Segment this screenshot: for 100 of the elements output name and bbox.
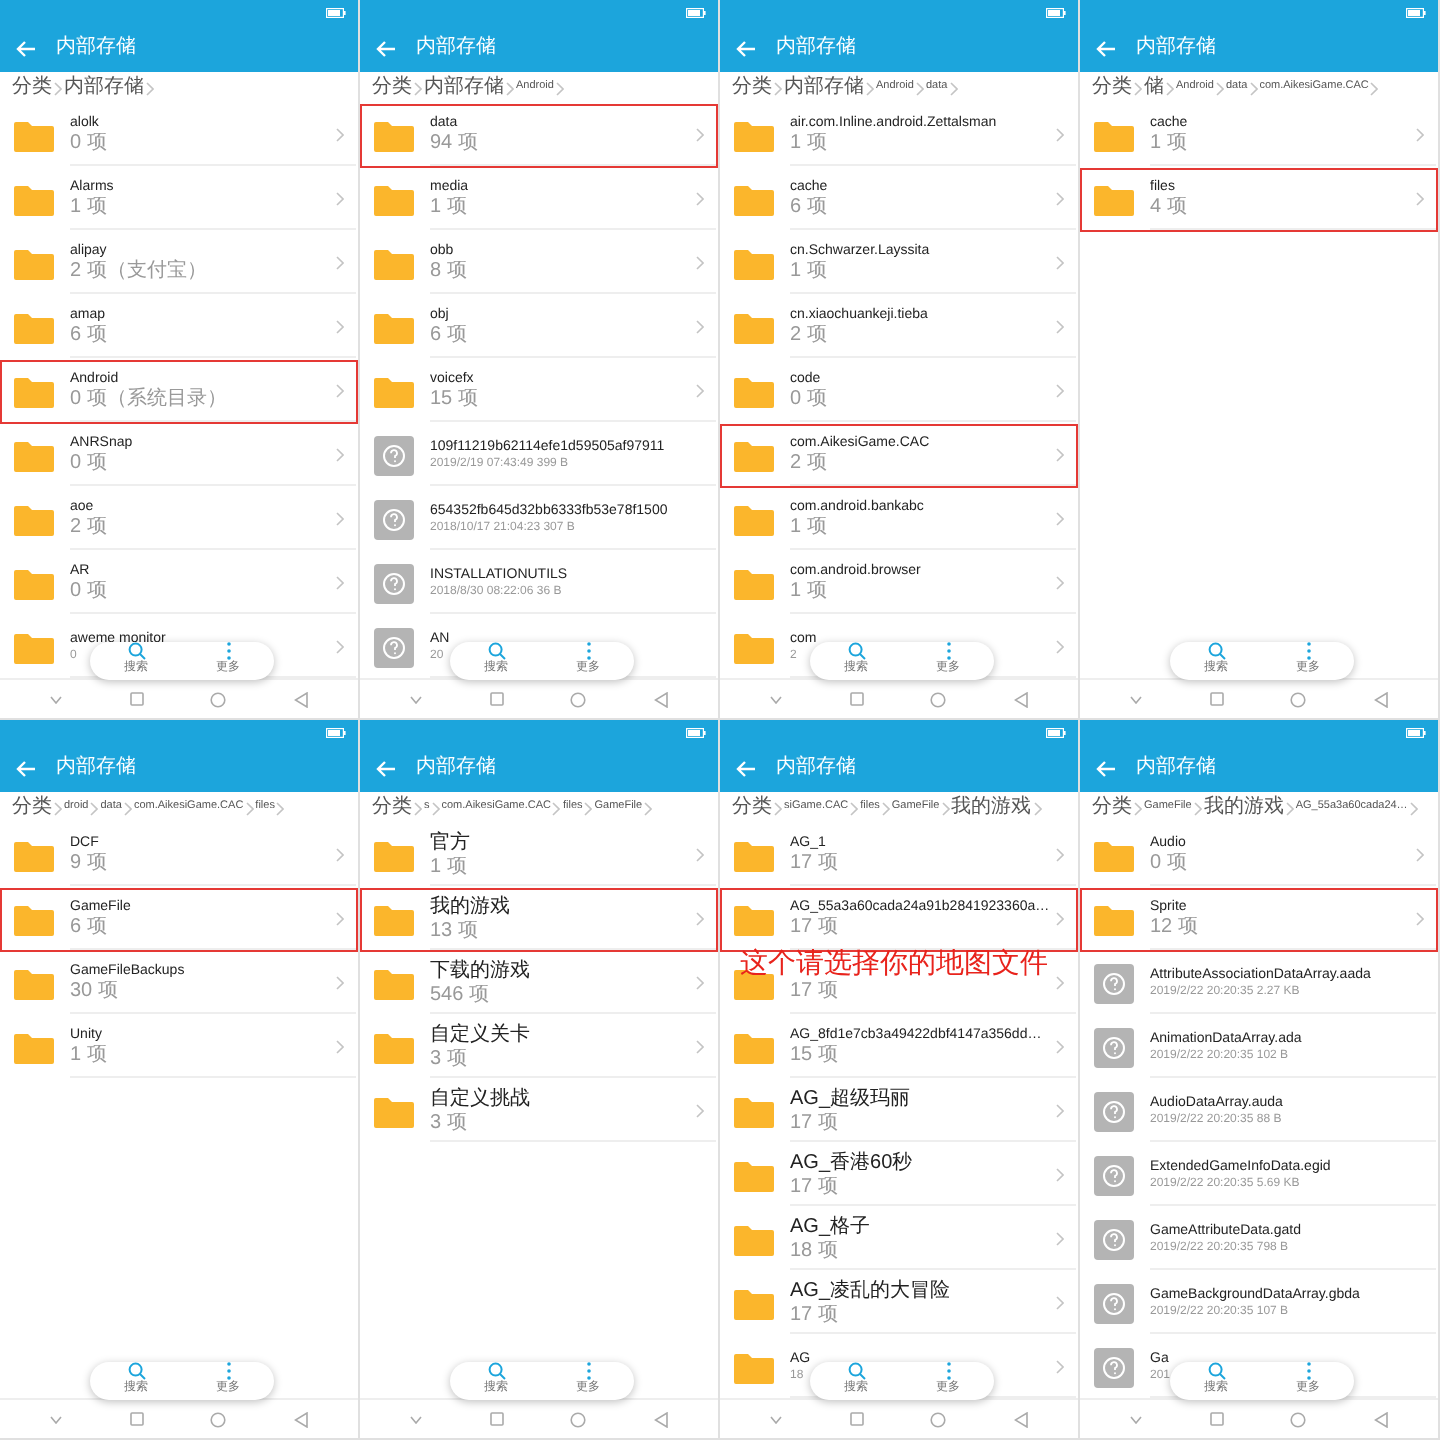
breadcrumb-separator-icon [146, 81, 154, 95]
list-row[interactable]: AG_凌乱的大冒险 17 项 [720, 1272, 1078, 1336]
battery-icon [1406, 7, 1426, 17]
battery-icon [1046, 7, 1066, 17]
item-details: 2 项 [790, 454, 827, 474]
back-icon[interactable] [1374, 1411, 1389, 1427]
breadcrumb-item[interactable]: 分类 [372, 798, 412, 818]
back-arrow-icon[interactable] [1096, 39, 1116, 57]
recents-icon[interactable] [1209, 1412, 1224, 1426]
chevron-right-icon [1416, 848, 1424, 862]
chevron-right-icon [696, 1040, 704, 1054]
recents-icon[interactable] [1209, 692, 1224, 706]
back-arrow-icon[interactable] [16, 39, 36, 57]
breadcrumb-item[interactable]: 我的游戏 [1203, 798, 1284, 818]
search-icon [1207, 1361, 1225, 1379]
recents-icon[interactable] [489, 1412, 504, 1426]
chevron-right-icon [1056, 848, 1064, 862]
home-icon[interactable] [210, 691, 227, 707]
folder-icon [14, 440, 54, 472]
home-icon[interactable] [930, 1411, 947, 1427]
file-name: AG_格子 [790, 1217, 871, 1237]
list-row[interactable]: 官方 1 项 [360, 824, 718, 888]
more-icon [1305, 1361, 1311, 1379]
list-row[interactable]: AG_香港60秒 17 项 [720, 1144, 1078, 1208]
folder-icon [374, 840, 414, 872]
chevron-right-icon [1056, 448, 1064, 462]
back-arrow-icon[interactable] [1096, 759, 1116, 777]
list-row[interactable]: AG_超级玛丽 17 项 [720, 1080, 1078, 1144]
unknown-file-icon [374, 500, 414, 540]
list-row[interactable]: AG_格子 18 项 [720, 1208, 1078, 1272]
chevron-right-icon [1056, 1104, 1064, 1118]
breadcrumb-item[interactable]: 分类 [1092, 78, 1132, 98]
back-arrow-icon[interactable] [376, 759, 396, 777]
back-arrow-icon[interactable] [16, 759, 36, 777]
recents-icon[interactable] [849, 1412, 864, 1426]
breadcrumb-item[interactable]: 分类 [732, 798, 772, 818]
breadcrumb-item[interactable]: 分类 [1092, 798, 1132, 818]
item-details: 1 项 [790, 134, 827, 154]
back-icon[interactable] [1014, 1411, 1029, 1427]
back-icon[interactable] [654, 1411, 669, 1427]
chevron-down-icon[interactable] [49, 1415, 62, 1423]
home-icon[interactable] [930, 691, 947, 707]
folder-icon [734, 312, 774, 344]
breadcrumb-item[interactable]: 分类 [732, 78, 772, 98]
back-icon[interactable] [294, 691, 309, 707]
item-details: 1 项 [790, 518, 827, 538]
back-icon[interactable] [654, 691, 669, 707]
breadcrumb-item[interactable]: 内部存储 [64, 78, 144, 98]
item-details: 12 项 [1150, 918, 1198, 938]
chevron-down-icon[interactable] [769, 695, 782, 703]
home-icon[interactable] [210, 1411, 227, 1427]
breadcrumb-item[interactable]: 内部存储 [424, 78, 504, 98]
recents-icon[interactable] [489, 692, 504, 706]
item-details: 1 项 [70, 198, 107, 218]
folder-icon [14, 504, 54, 536]
breadcrumb-item[interactable]: 我的游戏 [951, 798, 1032, 818]
chevron-down-icon[interactable] [409, 1415, 422, 1423]
item-details: 6 项 [790, 198, 827, 218]
back-arrow-icon[interactable] [736, 759, 756, 777]
back-icon[interactable] [1014, 691, 1029, 707]
breadcrumb-item[interactable]: 分类 [372, 78, 412, 98]
breadcrumb-separator-icon [941, 801, 950, 815]
more-icon [225, 1361, 231, 1379]
back-icon[interactable] [1374, 691, 1389, 707]
item-details: 13 项 [430, 921, 478, 941]
chevron-down-icon[interactable] [1129, 695, 1142, 703]
home-icon[interactable] [1290, 1411, 1307, 1427]
breadcrumb-item[interactable]: 内部存储 [784, 78, 864, 98]
recents-icon[interactable] [129, 692, 144, 706]
breadcrumb-separator-icon [54, 801, 62, 815]
chevron-down-icon[interactable] [49, 695, 62, 703]
chevron-down-icon[interactable] [769, 1415, 782, 1423]
more-icon [945, 641, 951, 659]
home-icon[interactable] [570, 691, 587, 707]
folder-icon [374, 376, 414, 408]
list-row[interactable]: 自定义关卡 3 项 [360, 1016, 718, 1080]
home-icon[interactable] [1290, 691, 1307, 707]
list-row[interactable]: 我的游戏 13 项 [360, 888, 718, 952]
chevron-right-icon [336, 976, 344, 990]
back-arrow-icon[interactable] [376, 39, 396, 57]
breadcrumb-separator-icon [1215, 81, 1224, 95]
folder-icon [734, 440, 774, 472]
breadcrumb-item[interactable]: 分类 [12, 78, 52, 98]
item-details: 1 项 [430, 857, 467, 877]
chevron-right-icon [1056, 1168, 1064, 1182]
chevron-down-icon[interactable] [1129, 1415, 1142, 1423]
list-row[interactable]: 下载的游戏 546 项 [360, 952, 718, 1016]
breadcrumb-item[interactable]: 分类 [12, 798, 52, 818]
back-arrow-icon[interactable] [736, 39, 756, 57]
back-icon[interactable] [294, 1411, 309, 1427]
breadcrumb-separator-icon [54, 81, 62, 95]
breadcrumb-item[interactable]: 储 [1144, 78, 1164, 98]
unknown-file-icon [1094, 964, 1134, 1004]
item-details: 1 项 [430, 198, 467, 218]
folder-icon [734, 1352, 774, 1384]
recents-icon[interactable] [129, 1412, 144, 1426]
chevron-down-icon[interactable] [409, 695, 422, 703]
home-icon[interactable] [570, 1411, 587, 1427]
recents-icon[interactable] [849, 692, 864, 706]
list-row[interactable]: 自定义挑战 3 项 [360, 1080, 718, 1144]
